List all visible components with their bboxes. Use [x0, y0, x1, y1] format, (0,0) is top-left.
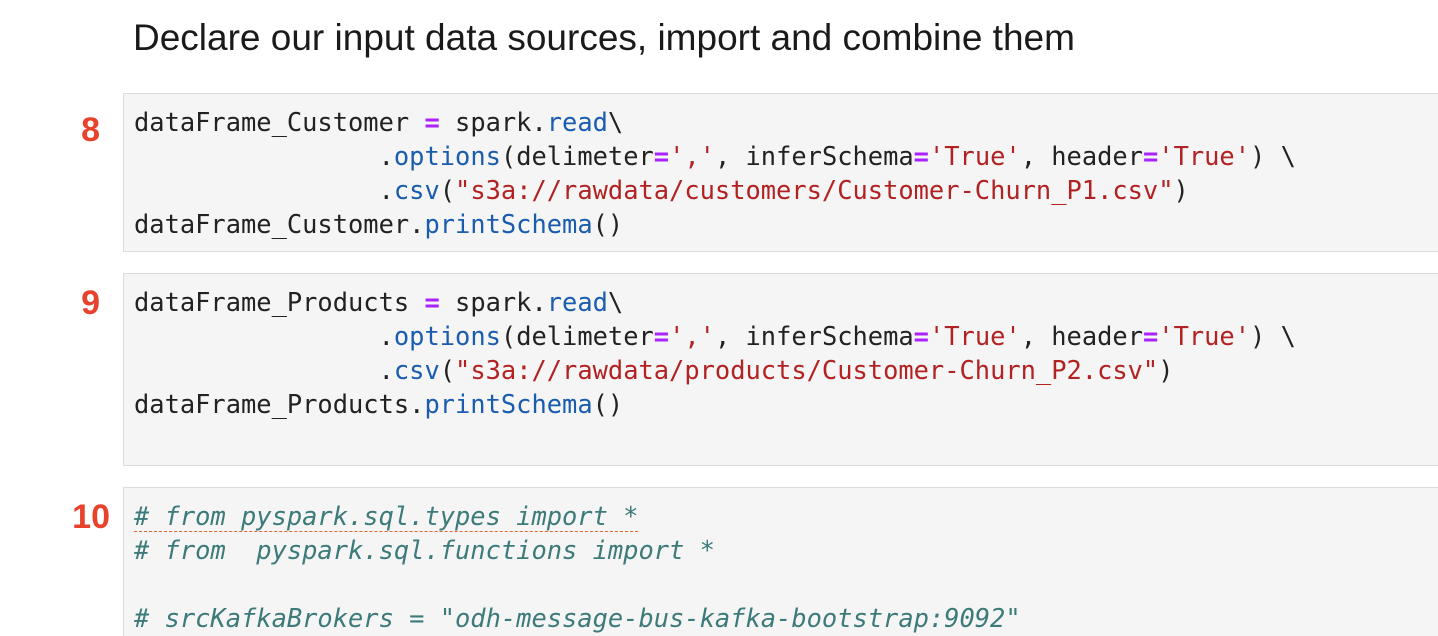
- code-editor[interactable]: # from pyspark.sql.types import * # from…: [134, 499, 1021, 635]
- code-line: .options(delimeter=',', inferSchema='Tru…: [378, 321, 1296, 351]
- cell-execution-count: 10: [72, 498, 110, 536]
- code-line: dataFrame_Products = spark.read\: [134, 287, 624, 317]
- code-editor[interactable]: dataFrame_Products = spark.read\ .option…: [134, 285, 1296, 421]
- code-cell-10[interactable]: # from pyspark.sql.types import * # from…: [123, 487, 1438, 636]
- code-cell-9[interactable]: dataFrame_Products = spark.read\ .option…: [123, 273, 1438, 466]
- code-line: # from pyspark.sql.functions import *: [134, 535, 715, 565]
- code-line: dataFrame_Customer.printSchema(): [134, 209, 624, 239]
- code-line: .options(delimeter=',', inferSchema='Tru…: [378, 141, 1296, 171]
- code-line: dataFrame_Products.printSchema(): [134, 389, 624, 419]
- notebook-page: Declare our input data sources, import a…: [0, 0, 1438, 636]
- code-line: # srcKafkaBrokers = "odh-message-bus-kaf…: [134, 603, 1021, 633]
- code-line: .csv("s3a://rawdata/customers/Customer-C…: [378, 175, 1189, 205]
- code-editor[interactable]: dataFrame_Customer = spark.read\ .option…: [134, 105, 1296, 241]
- code-cell-8[interactable]: dataFrame_Customer = spark.read\ .option…: [123, 93, 1438, 252]
- code-line: dataFrame_Customer = spark.read\: [134, 107, 624, 137]
- cell-execution-count: 8: [81, 111, 100, 149]
- cell-execution-count: 9: [81, 284, 100, 322]
- markdown-heading: Declare our input data sources, import a…: [133, 17, 1075, 58]
- code-line: .csv("s3a://rawdata/products/Customer-Ch…: [378, 355, 1174, 385]
- code-line: # from pyspark.sql.types import *: [134, 501, 639, 531]
